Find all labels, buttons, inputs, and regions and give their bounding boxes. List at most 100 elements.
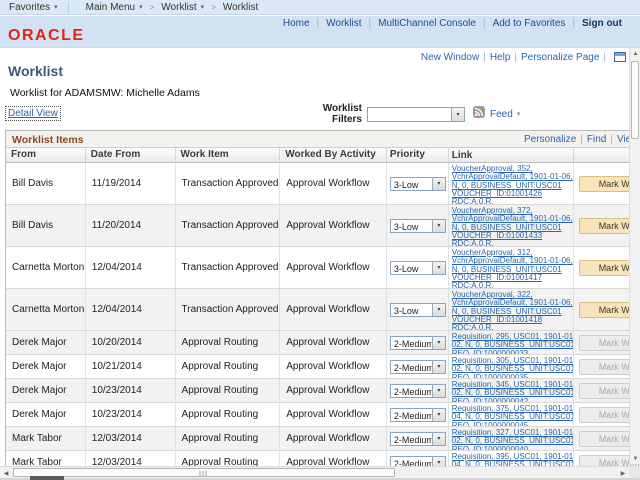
priority-select[interactable]: 2-Medium ▾ (390, 384, 446, 398)
dropdown-arrow-icon[interactable]: ▾ (432, 433, 445, 445)
nav-separator: | (572, 18, 575, 29)
dropdown-arrow-icon[interactable]: ▾ (432, 178, 445, 190)
table-row: Derek Major 10/23/2014 Approval Routing … (6, 403, 640, 427)
cell-worked-by-activity: Approval Workflow (280, 163, 387, 204)
oracle-logo: ORACLE (8, 27, 85, 45)
cell-work-item: Approval Routing (176, 331, 281, 354)
scroll-up-arrow-icon[interactable]: ▲ (630, 48, 640, 59)
worklist-item-link[interactable]: VoucherApproval, 372, VchrApprovalDefaul… (452, 207, 573, 246)
priority-select[interactable]: 2-Medium ▾ (390, 336, 446, 350)
toolbar-separator: | (610, 134, 613, 145)
dropdown-arrow-icon[interactable]: ▾ (432, 361, 445, 373)
worklist-item-link[interactable]: Requisition, 345, USC01, 1901-01- 02, N,… (452, 381, 574, 402)
find-link[interactable]: Find (587, 134, 606, 145)
cell-link: Requisition, 295, USC01, 1901-01- 02, N,… (449, 331, 575, 354)
dropdown-arrow-icon[interactable]: ▾ (432, 304, 445, 316)
scroll-thumb-grip (200, 471, 209, 476)
dropdown-arrow-icon[interactable]: ▾ (451, 108, 464, 121)
cell-priority: 3-Low ▾ (387, 205, 449, 246)
table-row: Mark Tabor 12/03/2014 Approval Routing A… (6, 427, 640, 451)
scroll-down-arrow-icon[interactable]: ▼ (630, 453, 640, 464)
nav-separator: | (317, 18, 320, 29)
chevron-down-icon: ▾ (54, 4, 58, 11)
dropdown-arrow-icon[interactable]: ▾ (432, 385, 445, 397)
cell-from: Derek Major (6, 379, 86, 402)
dropdown-arrow-icon[interactable]: ▾ (432, 262, 445, 274)
help-link[interactable]: Help (490, 52, 511, 63)
priority-select[interactable]: 3-Low ▾ (390, 177, 446, 191)
worklist-filters-select[interactable]: ▾ (367, 107, 465, 122)
personalize-layout-icon[interactable] (614, 52, 626, 62)
nav-worklist-link[interactable]: Worklist (326, 18, 361, 29)
breadcrumb-favorites[interactable]: Favorites▾ (9, 2, 58, 13)
feed-link[interactable]: Feed (490, 109, 513, 120)
worklist-filters-label: Worklist Filters (290, 103, 362, 125)
toolbar-separator: | (603, 52, 606, 63)
cell-worked-by-activity: Approval Workflow (280, 289, 387, 330)
priority-value: 2-Medium (391, 337, 432, 349)
nav-home-link[interactable]: Home (283, 18, 310, 29)
worklist-grid: Worklist Items Personalize|Find|View All… (5, 130, 640, 476)
scrollbar-corner (629, 466, 640, 478)
priority-value: 3-Low (391, 304, 432, 316)
table-row: Carnetta Morton 12/04/2014 Transaction A… (6, 247, 640, 289)
breadcrumb-separator-icon: > (211, 3, 216, 12)
cell-from: Bill Davis (6, 205, 86, 246)
chevron-down-icon[interactable]: ▾ (517, 110, 521, 118)
column-header-priority: Priority (387, 148, 449, 162)
table-row: Derek Major 10/20/2014 Approval Routing … (6, 331, 640, 355)
filter-row: Worklist Filters ▾ Feed ▾ (290, 103, 520, 125)
cell-worked-by-activity: Approval Workflow (280, 379, 387, 402)
priority-value: 3-Low (391, 178, 432, 190)
priority-select[interactable]: 2-Medium ▾ (390, 432, 446, 446)
worklist-item-link[interactable]: VoucherApproval, 352, VchrApprovalDefaul… (452, 165, 573, 204)
worklist-item-link[interactable]: VoucherApproval, 322, VchrApprovalDefaul… (452, 291, 573, 330)
cell-priority: 2-Medium ▾ (387, 427, 449, 450)
nav-add-to-favorites-link[interactable]: Add to Favorites (493, 18, 566, 29)
cell-link: Requisition, 305, USC01, 1901-01- 02, N,… (449, 355, 575, 378)
breadcrumb-main-menu[interactable]: Main Menu▾ (86, 2, 143, 13)
breadcrumb-current-page: Worklist (223, 2, 258, 13)
horizontal-scroll-thumb[interactable] (13, 468, 395, 477)
dropdown-arrow-icon[interactable]: ▾ (432, 409, 445, 421)
cell-link: Requisition, 375, USC01, 1901-01- 04, N,… (449, 403, 575, 426)
detail-view-link[interactable]: Detail View (6, 107, 60, 120)
dropdown-arrow-icon[interactable]: ▾ (432, 220, 445, 232)
table-row: Carnetta Morton 12/04/2014 Transaction A… (6, 289, 640, 331)
nav-multichannel-link[interactable]: MultiChannel Console (378, 18, 476, 29)
breadcrumb-divider (68, 2, 69, 13)
breadcrumb-worklist-label: Worklist (161, 2, 196, 13)
cell-date-from: 10/23/2014 (86, 379, 176, 402)
horizontal-scrollbar[interactable]: ◀ ▶ (0, 466, 629, 478)
cell-work-item: Transaction Approved (176, 289, 281, 330)
priority-select[interactable]: 2-Medium ▾ (390, 408, 446, 422)
worklist-filters-value (368, 108, 451, 121)
priority-select[interactable]: 3-Low ▾ (390, 219, 446, 233)
worklist-item-link[interactable]: VoucherApproval, 312, VchrApprovalDefaul… (452, 249, 573, 288)
priority-value: 3-Low (391, 220, 432, 232)
priority-select[interactable]: 3-Low ▾ (390, 261, 446, 275)
worklist-rows: Bill Davis 11/19/2014 Transaction Approv… (6, 163, 640, 475)
dropdown-arrow-icon[interactable]: ▾ (432, 337, 445, 349)
cell-link: VoucherApproval, 352, VchrApprovalDefaul… (449, 163, 575, 204)
personalize-page-link[interactable]: Personalize Page (521, 52, 599, 63)
cell-priority: 2-Medium ▾ (387, 379, 449, 402)
priority-select[interactable]: 3-Low ▾ (390, 303, 446, 317)
nav-separator: | (369, 18, 372, 29)
column-header-work-item: Work Item (176, 148, 281, 162)
worklist-item-link[interactable]: Requisition, 295, USC01, 1901-01- 02, N,… (452, 333, 574, 354)
new-window-link[interactable]: New Window (421, 52, 479, 63)
cell-date-from: 10/21/2014 (86, 355, 176, 378)
worklist-item-link[interactable]: Requisition, 375, USC01, 1901-01- 04, N,… (452, 405, 574, 426)
priority-select[interactable]: 2-Medium ▾ (390, 360, 446, 374)
cell-priority: 3-Low ▾ (387, 163, 449, 204)
cell-from: Derek Major (6, 403, 86, 426)
sign-out-link[interactable]: Sign out (582, 18, 622, 29)
personalize-link[interactable]: Personalize (524, 134, 576, 145)
worklist-item-link[interactable]: Requisition, 305, USC01, 1901-01- 02, N,… (452, 357, 574, 378)
breadcrumb-worklist-menu[interactable]: Worklist▾ (161, 2, 204, 13)
worklist-item-link[interactable]: Requisition, 327, USC01, 1901-01- 02, N,… (452, 429, 574, 450)
cell-date-from: 12/03/2014 (86, 427, 176, 450)
vertical-scroll-thumb[interactable] (631, 61, 639, 139)
vertical-scrollbar[interactable]: ▲ ▼ (629, 48, 640, 464)
